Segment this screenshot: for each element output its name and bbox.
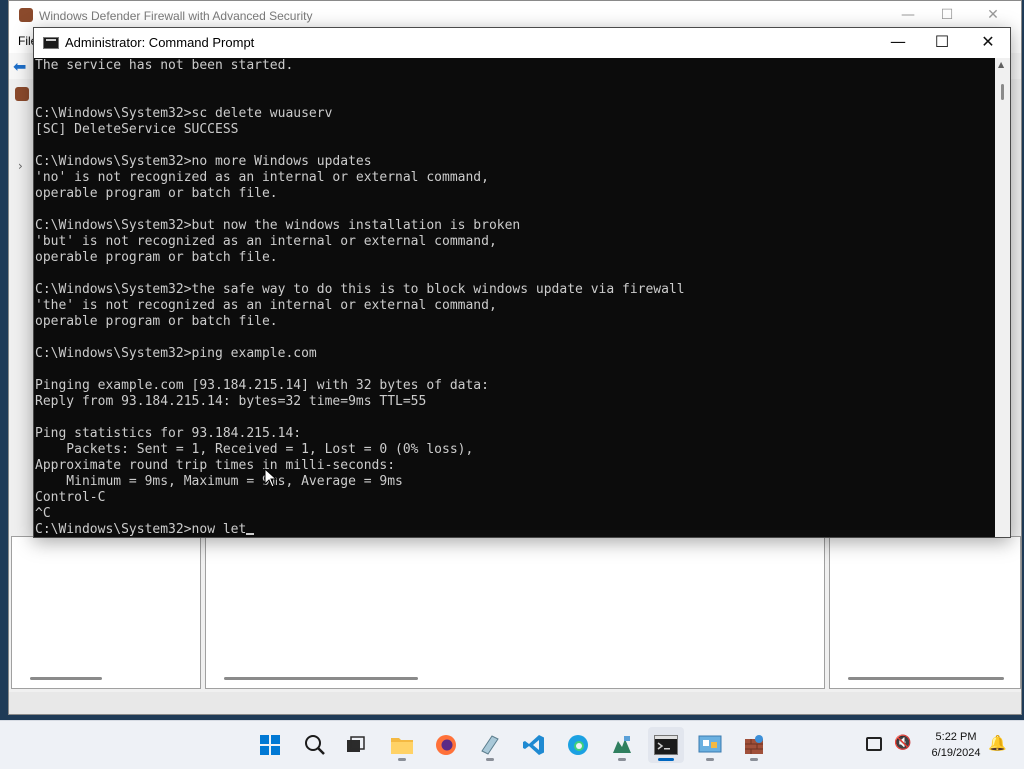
volume-muted-icon[interactable]: 🔇 [894, 735, 911, 751]
running-indicator [750, 758, 758, 761]
running-indicator [706, 758, 714, 761]
text-cursor [246, 533, 255, 535]
firewall-minimize-button[interactable]: — [898, 7, 918, 23]
taskbar-search-button[interactable] [297, 727, 333, 763]
console-text: The service has not been started. C:\Win… [35, 58, 995, 537]
console-output: The service has not been started. C:\Win… [35, 58, 685, 521]
center-horizontal-scrollbar[interactable] [224, 677, 418, 680]
vscode-icon [523, 735, 544, 755]
file-explorer-icon [391, 738, 413, 754]
running-indicator [618, 758, 626, 761]
console-prompt: C:\Windows\System32> [35, 522, 192, 537]
active-indicator [658, 758, 674, 761]
taskbar-firefox[interactable] [428, 727, 464, 763]
firewall-actions-pane[interactable] [829, 536, 1021, 689]
scroll-up-arrow-icon[interactable]: ▲ [998, 60, 1004, 69]
cmd-maximize-button[interactable]: ☐ [919, 28, 965, 58]
windows-start-icon [260, 735, 280, 755]
tray-clock[interactable]: 5:22 PM 6/19/2024 [926, 729, 986, 761]
taskbar-vscode[interactable] [516, 727, 552, 763]
actions-horizontal-scrollbar[interactable] [848, 677, 1004, 680]
tree-horizontal-scrollbar[interactable] [30, 677, 102, 680]
taskbar-command-prompt[interactable] [648, 727, 684, 763]
task-view-icon [347, 736, 365, 752]
firewall-window-title: Windows Defender Firewall with Advanced … [39, 9, 313, 23]
running-indicator [398, 758, 406, 761]
network-icon[interactable] [866, 737, 882, 751]
firewall-icon [745, 735, 763, 754]
chevron-right-icon[interactable]: › [18, 159, 23, 173]
firefox-icon [436, 735, 456, 755]
firewall-tree-root-icon[interactable] [15, 87, 29, 101]
control-panel-icon [698, 735, 722, 753]
notepad-icon [481, 735, 499, 755]
edge-icon [568, 735, 588, 755]
app-icon [613, 736, 631, 753]
clock-date: 6/19/2024 [931, 747, 981, 759]
firewall-app-icon [19, 8, 33, 22]
command-prompt-icon [43, 37, 59, 49]
cmd-window-title: Administrator: Command Prompt [65, 35, 255, 50]
running-indicator [486, 758, 494, 761]
cmd-titlebar[interactable]: Administrator: Command Prompt — ☐ ✕ [34, 28, 1010, 58]
clock-time: 5:22 PM [935, 731, 977, 743]
firewall-center-pane[interactable] [205, 536, 825, 689]
taskbar-firewall[interactable] [736, 727, 772, 763]
firewall-close-button[interactable]: ✕ [983, 7, 1003, 23]
notification-bell-icon[interactable]: 🔔 [988, 734, 1007, 752]
taskbar-app[interactable] [604, 727, 640, 763]
firewall-tree-pane[interactable] [11, 536, 201, 689]
console-input[interactable]: now let [192, 522, 247, 537]
firewall-maximize-button[interactable]: ☐ [937, 7, 957, 23]
mouse-pointer-icon [264, 468, 278, 488]
taskbar-file-explorer[interactable] [384, 727, 420, 763]
command-prompt-icon [654, 735, 678, 755]
search-icon [305, 735, 325, 755]
task-view-button[interactable] [338, 727, 374, 763]
cmd-close-button[interactable]: ✕ [965, 28, 1011, 58]
taskbar-edge[interactable] [560, 727, 596, 763]
taskbar: 🔇 5:22 PM 6/19/2024 🔔 [0, 720, 1024, 769]
back-arrow-icon[interactable]: ⬅ [13, 57, 26, 76]
scrollbar-thumb[interactable] [1001, 84, 1004, 100]
command-prompt-window[interactable]: Administrator: Command Prompt — ☐ ✕ The … [33, 27, 1011, 538]
console-area[interactable]: The service has not been started. C:\Win… [35, 58, 995, 537]
cmd-minimize-button[interactable]: — [875, 28, 921, 58]
taskbar-notepad[interactable] [472, 727, 508, 763]
console-vertical-scrollbar[interactable]: ▲ [995, 58, 1010, 537]
firewall-statusbar [9, 692, 1021, 714]
taskbar-control-panel[interactable] [692, 727, 728, 763]
start-button[interactable] [252, 727, 288, 763]
